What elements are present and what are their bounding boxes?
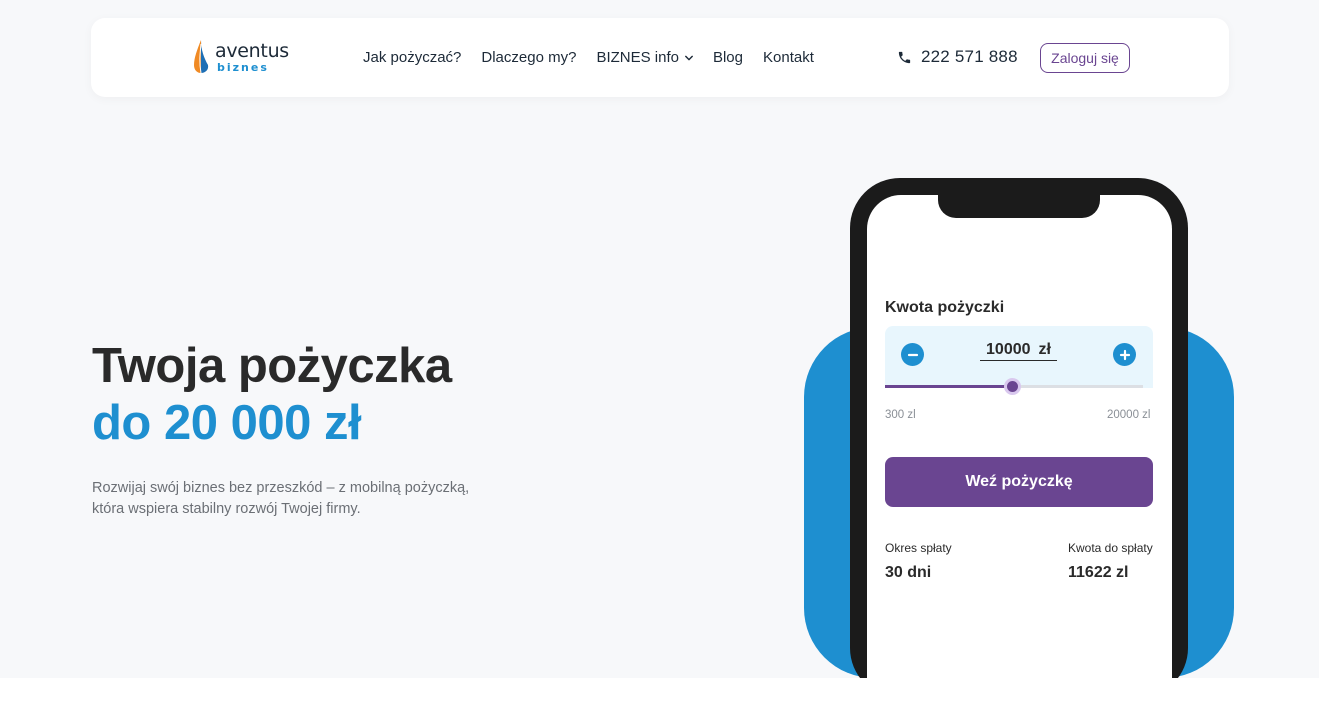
page-bottom-area <box>0 678 1319 714</box>
range-max-label: 20000 zl <box>1107 409 1151 421</box>
term-label: Okres spłaty <box>885 541 952 555</box>
amount-input[interactable]: 10000 zł <box>980 341 1057 361</box>
increase-amount-button[interactable] <box>1113 343 1136 366</box>
slider-thumb[interactable] <box>1004 378 1021 395</box>
nav-item-kontakt[interactable]: Kontakt <box>763 49 814 66</box>
nav-item-label: Blog <box>712 49 743 66</box>
repay-label: Kwota do spłaty <box>1068 541 1153 555</box>
nav-item-jak-pozyczac[interactable]: Jak pożyczać? <box>363 49 461 66</box>
hero-title-line1: Twoja pożyczka <box>92 339 452 393</box>
logo-subtitle: biznes <box>217 61 269 74</box>
logo-drop-icon <box>194 40 209 74</box>
phone-icon <box>898 51 911 63</box>
plus-icon <box>1119 349 1130 360</box>
phone-contact[interactable]: 222 571 888 <box>897 47 1018 67</box>
hero-description-line1: Rozwijaj swój biznes bez przeszkód – z m… <box>92 480 470 496</box>
phone-screen <box>867 195 1172 678</box>
nav-item-label: Kontakt <box>763 49 814 66</box>
decrease-amount-button[interactable] <box>901 343 924 366</box>
nav-item-blog[interactable]: Blog <box>713 49 743 66</box>
phone-number: 222 571 888 <box>921 47 1018 66</box>
phone-notch <box>938 190 1100 218</box>
nav-item-label: Jak pożyczać? <box>363 49 462 66</box>
nav-item-label: BIZNES info <box>596 49 679 66</box>
repay-value: 11622 zl <box>1068 564 1129 581</box>
hero-description-line2: która wspiera stabilny rozwój Twojej fir… <box>92 501 361 517</box>
nav-item-biznes-info[interactable]: BIZNES info <box>596 49 693 66</box>
logo-word: aventus <box>215 40 289 62</box>
nav-item-label: Dlaczego my? <box>481 49 577 66</box>
amount-number: 10000 <box>986 341 1031 358</box>
hero-description: Rozwijaj swój biznes bez przeszkód – z m… <box>92 478 512 520</box>
amount-currency: zł <box>1038 341 1051 358</box>
nav-item-dlaczego-my[interactable]: Dlaczego my? <box>481 49 576 66</box>
range-min-label: 300 zl <box>885 409 916 421</box>
slider-fill <box>885 385 1012 388</box>
calculator-title: Kwota pożyczki <box>885 299 1005 316</box>
main-nav: Jak pożyczać? Dlaczego my? BIZNES info B… <box>363 49 834 66</box>
hero-title: Twoja pożyczka do 20 000 zł <box>92 338 452 452</box>
brand-logo[interactable]: aventus biznes <box>191 40 291 76</box>
term-value: 30 dni <box>885 564 932 581</box>
minus-icon <box>907 353 918 356</box>
chevron-down-icon <box>685 55 693 60</box>
login-button[interactable]: Zaloguj się <box>1040 43 1130 73</box>
amount-slider[interactable] <box>885 378 1143 395</box>
take-loan-button[interactable]: Weź pożyczkę <box>885 457 1153 507</box>
site-header: aventus biznes Jak pożyczać? Dlaczego my… <box>91 18 1229 97</box>
hero-title-line2: do 20 000 zł <box>92 396 362 450</box>
